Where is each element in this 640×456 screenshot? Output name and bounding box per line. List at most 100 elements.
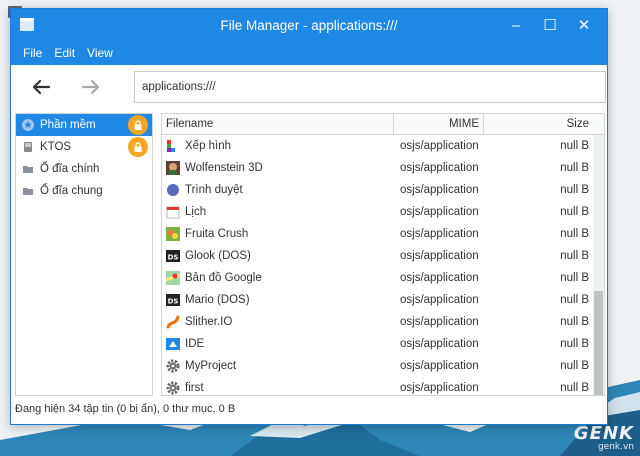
sidebar-item-ktos[interactable]: KTOS xyxy=(16,136,152,158)
watermark: GENK genk.vn xyxy=(574,423,634,452)
arrow-right-icon xyxy=(81,79,100,95)
file-name: MyProject xyxy=(185,360,237,372)
file-mime: osjs/application xyxy=(400,206,479,218)
watermark-logo: GENK xyxy=(573,423,634,444)
file-size: null B xyxy=(560,250,589,262)
file-size: null B xyxy=(560,360,589,372)
file-size: null B xyxy=(560,206,589,218)
lock-icon xyxy=(128,115,148,135)
file-mime: osjs/application xyxy=(400,228,479,240)
sidebar-item-o-dia-chinh[interactable]: Ổ đĩa chính xyxy=(16,158,152,180)
browser-icon xyxy=(166,183,180,197)
file-mime: osjs/application xyxy=(400,294,479,306)
close-button[interactable]: ✕ xyxy=(567,9,601,41)
file-size: null B xyxy=(560,162,589,174)
file-mime: osjs/application xyxy=(400,360,479,372)
table-row[interactable]: Xếp hình osjs/application null B xyxy=(162,135,604,157)
arrow-left-icon xyxy=(32,79,51,95)
toolbar: applications:/// xyxy=(11,65,607,109)
file-mime: osjs/application xyxy=(400,382,479,394)
folder-icon xyxy=(22,163,34,175)
lock-icon xyxy=(128,137,148,157)
map-icon xyxy=(166,271,180,285)
table-row[interactable]: MyProject osjs/application null B xyxy=(162,355,604,377)
file-size: null B xyxy=(560,228,589,240)
maximize-button[interactable]: ☐ xyxy=(533,9,567,41)
table-row[interactable]: DS Mario (DOS) osjs/application null B xyxy=(162,289,604,311)
file-name: Fruita Crush xyxy=(185,228,249,240)
scrollbar-thumb[interactable] xyxy=(594,291,603,395)
column-header-size[interactable]: Size xyxy=(484,114,593,134)
menu-view[interactable]: View xyxy=(87,46,113,60)
window-controls: – ☐ ✕ xyxy=(499,9,601,41)
wolfenstein-icon xyxy=(166,161,180,175)
file-size: null B xyxy=(560,316,589,328)
status-bar: Đang hiện 34 tập tin (0 bị ẩn), 0 thư mụ… xyxy=(15,403,236,415)
table-row[interactable]: IDE osjs/application null B xyxy=(162,333,604,355)
file-mime: osjs/application xyxy=(400,272,479,284)
file-mime: osjs/application xyxy=(400,140,479,152)
sidebar-item-o-dia-chung[interactable]: Ổ đĩa chung xyxy=(16,180,152,202)
file-list: Filename MIME Size Xếp hình osjs/applica… xyxy=(161,113,605,396)
fruit-icon xyxy=(166,227,180,241)
address-input[interactable]: applications:/// xyxy=(134,71,606,103)
menu-edit[interactable]: Edit xyxy=(54,46,75,60)
file-name: Xếp hình xyxy=(185,140,232,152)
column-header-mime[interactable]: MIME xyxy=(394,114,484,134)
file-size: null B xyxy=(560,338,589,350)
file-name: Mario (DOS) xyxy=(185,294,250,306)
file-size: null B xyxy=(560,294,589,306)
file-mime: osjs/application xyxy=(400,184,479,196)
file-size: null B xyxy=(560,272,589,284)
file-mime: osjs/application xyxy=(400,338,479,350)
file-size: null B xyxy=(560,184,589,196)
file-mime: osjs/application xyxy=(400,250,479,262)
ide-icon xyxy=(166,337,180,351)
file-size: null B xyxy=(560,382,589,394)
table-row[interactable]: DS Glook (DOS) osjs/application null B xyxy=(162,245,604,267)
file-name: Trình duyệt xyxy=(185,184,243,196)
table-row[interactable]: first osjs/application null B xyxy=(162,377,604,395)
slither-icon xyxy=(166,315,180,329)
file-rows: Xếp hình osjs/application null B Wolfens… xyxy=(162,135,604,395)
file-name: Lịch xyxy=(185,206,207,218)
sidebar-item-label: Phần mềm xyxy=(40,119,96,131)
file-manager-window: File Manager - applications:/// – ☐ ✕ Fi… xyxy=(10,8,608,425)
file-name: Glook (DOS) xyxy=(185,250,251,262)
forward-button[interactable] xyxy=(71,70,111,104)
sidebar: Phần mềm KTOS Ổ đĩa chính Ổ đĩa chung xyxy=(15,113,153,396)
vertical-scrollbar[interactable] xyxy=(593,135,604,395)
file-size: null B xyxy=(560,140,589,152)
back-button[interactable] xyxy=(21,70,61,104)
table-row[interactable]: Wolfenstein 3D osjs/application null B xyxy=(162,157,604,179)
table-row[interactable]: Slither.IO osjs/application null B xyxy=(162,311,604,333)
file-mime: osjs/application xyxy=(400,316,479,328)
svg-text:DS: DS xyxy=(168,298,179,306)
sidebar-item-phan-mem[interactable]: Phần mềm xyxy=(16,114,152,136)
file-name: Wolfenstein 3D xyxy=(185,162,263,174)
title-bar[interactable]: File Manager - applications:/// – ☐ ✕ xyxy=(11,9,607,41)
column-header-filename[interactable]: Filename xyxy=(162,114,394,134)
gear-icon xyxy=(166,381,180,395)
list-header: Filename MIME Size xyxy=(162,114,604,135)
folder-icon xyxy=(22,185,34,197)
tetris-icon xyxy=(166,139,180,153)
menu-bar: File Edit View xyxy=(11,41,607,65)
file-name: Slither.IO xyxy=(185,316,233,328)
file-name: first xyxy=(185,382,204,394)
table-row[interactable]: Bản đồ Google osjs/application null B xyxy=(162,267,604,289)
file-mime: osjs/application xyxy=(400,162,479,174)
file-name: IDE xyxy=(185,338,205,350)
sidebar-item-label: KTOS xyxy=(40,141,72,153)
dos-icon: DS xyxy=(166,249,180,263)
calendar-icon xyxy=(166,205,180,219)
table-row[interactable]: Lịch osjs/application null B xyxy=(162,201,604,223)
file-name: Bản đồ Google xyxy=(185,272,262,284)
minimize-button[interactable]: – xyxy=(499,9,533,41)
table-row[interactable]: Fruita Crush osjs/application null B xyxy=(162,223,604,245)
app-icon xyxy=(20,18,34,31)
svg-text:DS: DS xyxy=(168,254,179,262)
menu-file[interactable]: File xyxy=(23,46,42,60)
table-row[interactable]: Trình duyệt osjs/application null B xyxy=(162,179,604,201)
sidebar-item-label: Ổ đĩa chính xyxy=(40,163,100,175)
